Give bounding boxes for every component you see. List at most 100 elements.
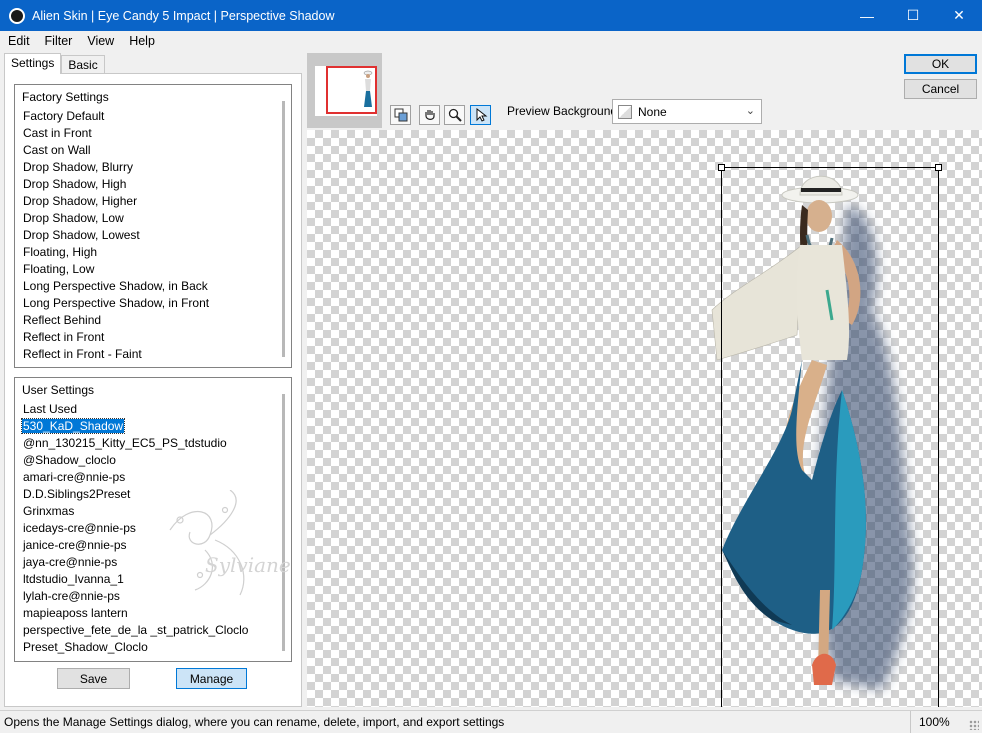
factory-setting-item[interactable]: Reflect in Front - Faint: [15, 346, 291, 363]
select-tool-button[interactable]: [470, 105, 491, 125]
user-setting-item-label: Grinxmas: [23, 504, 75, 518]
factory-setting-item-label: Drop Shadow, Low: [23, 211, 124, 225]
factory-setting-item[interactable]: Cast on Wall: [15, 142, 291, 159]
selection-bounding-box[interactable]: [718, 164, 942, 707]
maximize-button[interactable]: ☐: [890, 0, 936, 31]
toggle-preview-icon: [394, 108, 407, 122]
user-setting-item[interactable]: Preset_Shadow_Cloclo: [15, 639, 291, 656]
user-setting-item-label: 530_KaD_Shadow: [20, 418, 126, 434]
status-message: Opens the Manage Settings dialog, where …: [4, 715, 505, 729]
resize-grip-icon[interactable]: [969, 720, 979, 730]
chevron-down-icon: ⌄: [745, 105, 755, 117]
preview-background-select[interactable]: None ⌄: [612, 99, 762, 124]
hand-tool-button[interactable]: [419, 105, 440, 125]
window-title: Alien Skin | Eye Candy 5 Impact | Perspe…: [32, 8, 335, 23]
watermark-logo: Sylviane: [169, 490, 291, 596]
zoom-tool-button[interactable]: [444, 105, 465, 125]
toggle-preview-button[interactable]: [390, 105, 411, 125]
user-setting-item[interactable]: amari-cre@nnie-ps: [15, 469, 291, 486]
user-setting-item[interactable]: Last Used: [15, 401, 291, 418]
factory-setting-item[interactable]: Floating, High: [15, 244, 291, 261]
hand-icon: [424, 110, 435, 120]
factory-settings-header: Factory Settings: [22, 90, 109, 104]
factory-setting-item-label: Drop Shadow, Lowest: [23, 228, 140, 242]
factory-setting-item-label: Drop Shadow, High: [23, 177, 127, 191]
factory-setting-item[interactable]: Drop Shadow, Low: [15, 210, 291, 227]
navigator-thumbnail[interactable]: [307, 53, 382, 128]
preview-background-label: Preview Background:: [507, 104, 621, 118]
factory-setting-item[interactable]: Drop Shadow, Blurry: [15, 159, 291, 176]
factory-setting-item-label: Reflect Behind: [23, 313, 102, 327]
selection-handle-top-right[interactable]: [935, 164, 942, 171]
user-setting-item[interactable]: perspective_fete_de_la _st_patrick_Clocl…: [15, 622, 291, 639]
user-setting-item-label: @nn_130215_Kitty_EC5_PS_tdstudio: [23, 436, 227, 450]
factory-setting-item-label: Reflect in Front: [23, 330, 105, 344]
factory-setting-item-label: Floating, Low: [23, 262, 95, 276]
factory-setting-item-label: Floating, High: [23, 245, 98, 259]
factory-setting-item-label: Cast in Front: [23, 126, 92, 140]
magnifier-icon: [448, 108, 462, 122]
user-setting-item[interactable]: @Shadow_cloclo: [15, 452, 291, 469]
title-bar: Alien Skin | Eye Candy 5 Impact | Perspe…: [0, 0, 982, 31]
user-setting-item-label: amari-cre@nnie-ps: [23, 470, 126, 484]
manage-button[interactable]: Manage: [176, 668, 247, 689]
factory-setting-item[interactable]: Drop Shadow, High: [15, 176, 291, 193]
menu-view[interactable]: View: [79, 34, 121, 48]
ok-button[interactable]: OK: [904, 54, 977, 74]
user-setting-item[interactable]: 530_KaD_Shadow: [15, 418, 291, 435]
menu-filter[interactable]: Filter: [37, 34, 80, 48]
arrow-pointer-icon: [476, 108, 487, 122]
factory-setting-item-label: Long Perspective Shadow, in Back: [23, 279, 208, 293]
factory-setting-item-label: Cast on Wall: [23, 143, 91, 157]
watermark-text: Sylviane: [205, 553, 291, 577]
user-setting-item-label: Preset_Shadow_Cloclo: [23, 640, 148, 654]
user-setting-item-label: janice-cre@nnie-ps: [23, 538, 127, 552]
user-setting-item-label: lylah-cre@nnie-ps: [23, 589, 120, 603]
factory-setting-item[interactable]: Floating, Low: [15, 261, 291, 278]
user-settings-header: User Settings: [22, 383, 95, 397]
close-button[interactable]: ✕: [936, 0, 982, 31]
settings-tabs: Settings Basic: [4, 53, 105, 74]
factory-setting-item-label: Drop Shadow, Blurry: [23, 160, 134, 174]
factory-setting-item-label: Drop Shadow, Higher: [23, 194, 138, 208]
user-setting-item[interactable]: @nn_130215_Kitty_EC5_PS_tdstudio: [15, 435, 291, 452]
zoom-level: 100%: [910, 711, 960, 733]
factory-setting-item-label: Factory Default: [23, 109, 105, 123]
user-setting-item-label: jaya-cre@nnie-ps: [23, 555, 118, 569]
minimize-button[interactable]: —: [844, 0, 890, 31]
user-setting-item-label: @Shadow_cloclo: [23, 453, 116, 467]
menu-bar: Edit Filter View Help: [0, 31, 982, 51]
factory-setting-item[interactable]: Reflect in Front: [15, 329, 291, 346]
factory-setting-item-label: Reflect in Front - Faint: [23, 347, 142, 361]
save-button[interactable]: Save: [57, 668, 130, 689]
user-setting-item-label: Last Used: [23, 402, 78, 416]
tab-settings[interactable]: Settings: [4, 53, 62, 74]
app-icon: [9, 7, 25, 24]
factory-list-scrollbar[interactable]: [282, 101, 285, 357]
factory-setting-item[interactable]: Cast in Front: [15, 125, 291, 142]
status-bar: Opens the Manage Settings dialog, where …: [0, 710, 982, 733]
factory-setting-item[interactable]: Drop Shadow, Lowest: [15, 227, 291, 244]
selection-handle-top-left[interactable]: [718, 164, 725, 171]
menu-edit[interactable]: Edit: [0, 34, 37, 48]
preview-background-value: None: [638, 104, 667, 119]
factory-setting-item[interactable]: Factory Default: [15, 108, 291, 125]
user-setting-item-label: mapieaposs lantern: [23, 606, 128, 620]
background-swatch: [618, 104, 632, 119]
cancel-button[interactable]: Cancel: [904, 79, 977, 99]
preview-canvas[interactable]: [307, 130, 982, 707]
tab-basic[interactable]: Basic: [61, 55, 105, 74]
factory-setting-item[interactable]: Reflect Behind: [15, 312, 291, 329]
factory-settings-list[interactable]: Factory Settings Factory Default Cast in …: [14, 84, 292, 368]
user-setting-item-label: ltdstudio_Ivanna_1: [23, 572, 124, 586]
user-setting-item-label: icedays-cre@nnie-ps: [23, 521, 136, 535]
user-setting-item-label: perspective_fete_de_la _st_patrick_Clocl…: [23, 623, 249, 637]
thumbnail-view-rect[interactable]: [326, 66, 377, 114]
factory-setting-item-label: Long Perspective Shadow, in Front: [23, 296, 210, 310]
user-setting-item-label: D.D.Siblings2Preset: [23, 487, 131, 501]
window-controls: — ☐ ✕: [844, 0, 982, 31]
factory-setting-item[interactable]: Drop Shadow, Higher: [15, 193, 291, 210]
factory-setting-item[interactable]: Long Perspective Shadow, in Front: [15, 295, 291, 312]
menu-help[interactable]: Help: [121, 34, 162, 48]
factory-setting-item[interactable]: Long Perspective Shadow, in Back: [15, 278, 291, 295]
